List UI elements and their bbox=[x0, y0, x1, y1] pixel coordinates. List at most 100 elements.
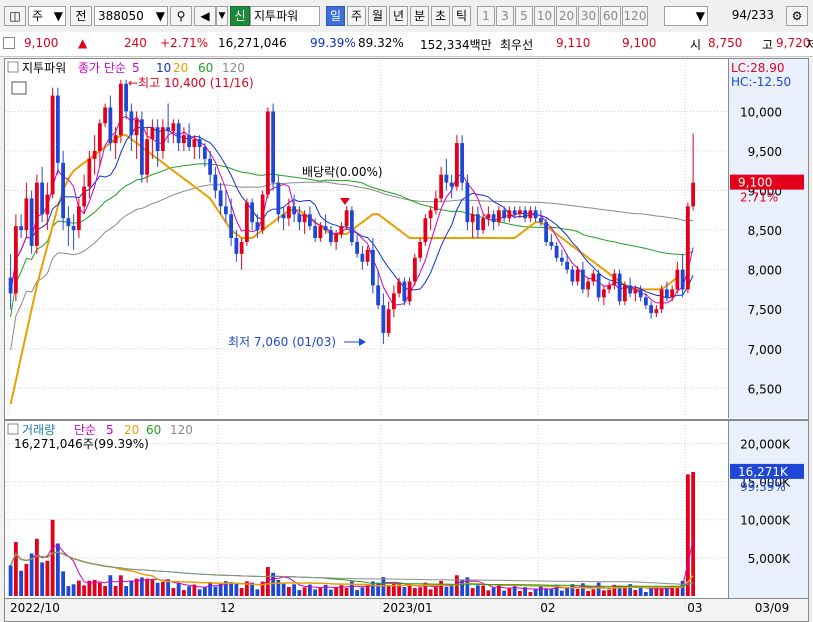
candle-body bbox=[680, 269, 685, 290]
candle-body bbox=[428, 210, 433, 219]
candle-body bbox=[260, 194, 265, 231]
volume-bar bbox=[45, 560, 50, 596]
candle-body bbox=[475, 214, 480, 231]
candle-body bbox=[565, 261, 570, 270]
candle-body bbox=[271, 111, 276, 183]
volume-bar bbox=[113, 586, 118, 596]
candle-body bbox=[554, 245, 559, 258]
candle-body bbox=[355, 241, 360, 254]
candle-body bbox=[276, 182, 281, 215]
volume-bar bbox=[544, 588, 549, 596]
candle-body bbox=[87, 158, 92, 187]
candle-body bbox=[517, 210, 522, 215]
candle-body bbox=[370, 249, 375, 286]
candle-body bbox=[465, 182, 470, 223]
price-tick-label: 8,500 bbox=[748, 224, 782, 238]
candle-body bbox=[559, 257, 564, 262]
candle-body bbox=[659, 289, 664, 310]
candle-body bbox=[145, 139, 150, 175]
candle-body bbox=[412, 257, 417, 282]
candle-body bbox=[76, 206, 81, 231]
candle-body bbox=[397, 281, 402, 294]
candle-body bbox=[376, 285, 381, 306]
volume-legend-5: 120 bbox=[170, 423, 193, 437]
volume-bar bbox=[124, 586, 129, 596]
volume-bar bbox=[155, 582, 160, 596]
volume-bar bbox=[517, 590, 522, 596]
candle-body bbox=[407, 281, 412, 302]
volume-bar bbox=[428, 589, 433, 596]
volume-bar bbox=[549, 588, 554, 596]
candle-body bbox=[544, 222, 549, 242]
volume-bar bbox=[481, 585, 486, 596]
volume-bar bbox=[507, 587, 512, 596]
date-tick-label: 12 bbox=[220, 601, 235, 615]
volume-bar bbox=[360, 587, 365, 596]
price-legend-1: 5 bbox=[132, 61, 140, 75]
volume-bar bbox=[633, 589, 638, 596]
candle-body bbox=[570, 269, 575, 282]
high-annotation: ←최고 10,400 (11/16) bbox=[128, 76, 254, 90]
candle-body bbox=[612, 273, 617, 286]
candle-body bbox=[150, 127, 155, 140]
candle-body bbox=[66, 218, 71, 227]
volume-bar bbox=[659, 588, 664, 596]
volume-bar bbox=[439, 580, 444, 596]
candle-body bbox=[281, 214, 286, 219]
volume-toggle-icon bbox=[7, 423, 19, 435]
candle-body bbox=[166, 127, 171, 132]
volume-bar bbox=[208, 581, 213, 596]
candle-body bbox=[181, 135, 186, 144]
lc-label: LC:28.90 bbox=[731, 61, 784, 75]
volume-bar bbox=[591, 589, 596, 596]
volume-bar bbox=[213, 586, 218, 596]
volume-bar bbox=[50, 519, 55, 596]
volume-bar bbox=[491, 587, 496, 596]
candle-body bbox=[470, 214, 475, 223]
volume-bar bbox=[444, 586, 449, 596]
volume-bar bbox=[649, 588, 654, 596]
candle-body bbox=[675, 269, 680, 290]
volume-bar bbox=[449, 585, 454, 596]
price-tick-label: 7,000 bbox=[748, 343, 782, 357]
last-volume-label: 16,271K bbox=[738, 465, 789, 479]
candle-body bbox=[433, 198, 438, 211]
candle-body bbox=[528, 210, 533, 219]
volume-bar bbox=[239, 588, 244, 596]
volume-bar bbox=[82, 585, 87, 596]
volume-bar bbox=[412, 588, 417, 596]
candle-body bbox=[223, 206, 228, 215]
volume-bar bbox=[176, 583, 181, 596]
price-legend-5: 120 bbox=[222, 61, 245, 75]
volume-bar bbox=[297, 590, 302, 596]
candle-body bbox=[654, 309, 659, 314]
candle-body bbox=[29, 198, 34, 246]
candle-body bbox=[538, 218, 543, 223]
volume-bar bbox=[381, 577, 386, 596]
panel-toggle-icon bbox=[7, 61, 19, 73]
candle-body bbox=[339, 226, 344, 235]
candle-body bbox=[213, 174, 218, 191]
volume-legend-4: 60 bbox=[146, 423, 161, 437]
volume-bar bbox=[171, 587, 176, 596]
candle-body bbox=[439, 174, 444, 199]
candle-body bbox=[218, 190, 223, 207]
candle-body bbox=[97, 123, 102, 151]
volume-bar bbox=[292, 584, 297, 596]
volume-info: 16,271,046주(99.39%) bbox=[14, 437, 149, 451]
candle-body bbox=[292, 206, 297, 215]
volume-bar bbox=[34, 538, 39, 596]
volume-bar bbox=[160, 581, 165, 596]
volume-ma120-line bbox=[10, 551, 694, 586]
candle-body bbox=[50, 95, 55, 195]
candle-body bbox=[533, 210, 538, 219]
date-tick-label: 2022/10 bbox=[10, 601, 60, 615]
candle-body bbox=[454, 143, 459, 187]
candle-body bbox=[13, 226, 18, 294]
volume-bar bbox=[66, 586, 71, 596]
candle-body bbox=[171, 123, 176, 132]
date-end-label: 03/09 bbox=[755, 601, 790, 615]
price-tick-label: 9,500 bbox=[748, 145, 782, 159]
volume-bar bbox=[76, 580, 81, 596]
volume-tick-label: 20,000K bbox=[740, 437, 791, 451]
